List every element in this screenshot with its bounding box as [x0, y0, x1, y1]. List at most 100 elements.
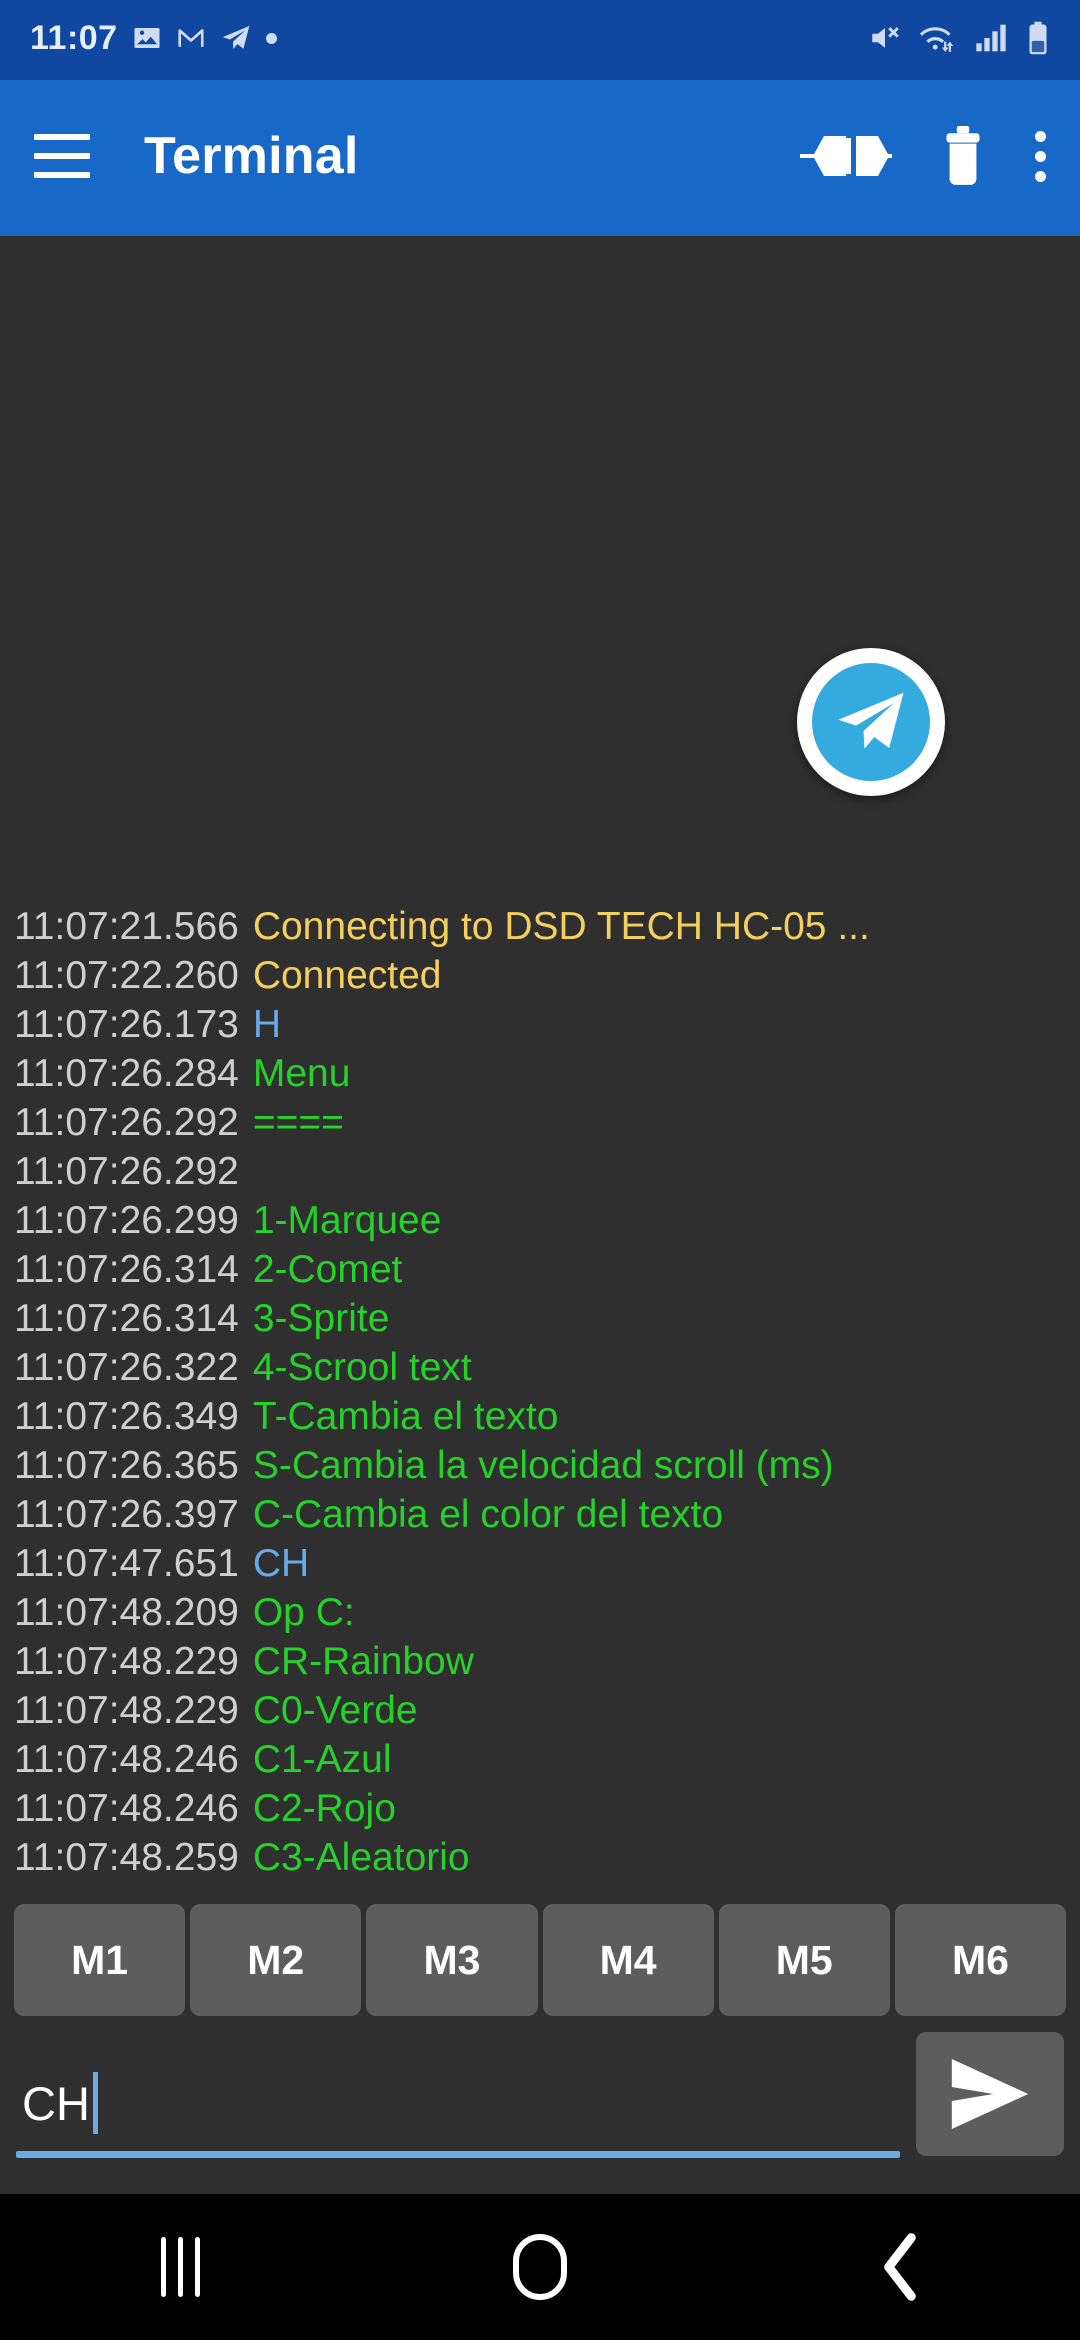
status-bar-left: 11:07 — [30, 19, 277, 58]
log-timestamp: 11:07:26.284 — [14, 1052, 239, 1095]
macro-button-m5[interactable]: M5 — [718, 1904, 890, 2016]
log-message: T-Cambia el texto — [252, 1395, 559, 1438]
recents-icon[interactable] — [90, 2217, 270, 2317]
log-timestamp: 11:07:47.651 — [14, 1542, 239, 1585]
log-timestamp: 11:07:26.314 — [14, 1297, 239, 1340]
text-caret — [92, 2072, 98, 2134]
home-icon[interactable] — [450, 2217, 630, 2317]
log-message: C-Cambia el color del texto — [252, 1493, 724, 1536]
mute-icon — [872, 27, 899, 48]
log-timestamp: 11:07:48.229 — [14, 1640, 239, 1683]
terminal-log-line: 11:07:48.259 C3-Aleatorio — [14, 1833, 1066, 1882]
terminal-log-line: 11:07:48.229 CR-Rainbow — [14, 1637, 1066, 1686]
macro-button-m2[interactable]: M2 — [190, 1904, 362, 2016]
log-timestamp: 11:07:26.322 — [14, 1346, 239, 1389]
image-icon — [134, 28, 160, 48]
page-title: Terminal — [144, 127, 359, 185]
terminal-log-line: 11:07:48.229 C0-Verde — [14, 1686, 1066, 1735]
signal-icon — [976, 24, 1006, 52]
terminal-log-line: 11:07:26.173 H — [14, 1000, 1066, 1049]
log-message: 4-Scrool text — [252, 1346, 472, 1389]
log-message: CH — [252, 1542, 310, 1585]
log-timestamp: 11:07:26.314 — [14, 1248, 239, 1291]
macro-button-m1[interactable]: M1 — [14, 1904, 186, 2016]
terminal-output[interactable]: 11:07:21.566 Connecting to DSD TECH HC-05… — [0, 236, 1080, 1888]
terminal-log-line: 11:07:48.246 C1-Azul — [14, 1735, 1066, 1784]
macro-button-m6[interactable]: M6 — [894, 1904, 1067, 2016]
log-message: Menu — [252, 1052, 351, 1095]
log-message: 2-Comet — [252, 1248, 403, 1291]
terminal-log: 11:07:21.566 Connecting to DSD TECH HC-05… — [0, 902, 1080, 1888]
macro-button-row: M1 M2 M3 M4 M5 M6 — [0, 1888, 1080, 2026]
command-input-wrapper[interactable]: CH — [16, 2055, 900, 2170]
back-icon[interactable] — [810, 2217, 990, 2317]
log-message: 3-Sprite — [252, 1297, 390, 1340]
terminal-log-line: 11:07:26.299 1-Marquee — [14, 1196, 1066, 1245]
log-timestamp: 11:07:26.299 — [14, 1199, 239, 1242]
battery-icon — [1029, 21, 1047, 55]
connect-icon[interactable] — [800, 126, 892, 186]
terminal-log-line: 11:07:26.292 ==== — [14, 1098, 1066, 1147]
log-timestamp: 11:07:48.246 — [14, 1738, 239, 1781]
dot-icon — [265, 32, 277, 44]
log-message: S-Cambia la velocidad scroll (ms) — [252, 1444, 834, 1487]
telegram-icon — [812, 663, 930, 781]
terminal-log-line: 11:07:26.314 3-Sprite — [14, 1294, 1066, 1343]
terminal-log-line: 11:07:48.246 C2-Rojo — [14, 1784, 1066, 1833]
input-underline — [16, 2151, 900, 2158]
terminal-log-line: 11:07:26.284 Menu — [14, 1049, 1066, 1098]
log-timestamp: 11:07:26.365 — [14, 1444, 239, 1487]
log-message: H — [252, 1003, 281, 1046]
status-bar: 11:07 — [0, 0, 1080, 76]
log-message: Op C: — [252, 1591, 355, 1634]
telegram-icon — [222, 26, 249, 49]
log-message: C0-Verde — [252, 1689, 418, 1732]
log-message: Connecting to DSD TECH HC-05 ... — [252, 905, 870, 948]
log-timestamp: 11:07:48.246 — [14, 1787, 239, 1830]
log-timestamp: 11:07:48.209 — [14, 1591, 239, 1634]
terminal-log-line: 11:07:26.349 T-Cambia el texto — [14, 1392, 1066, 1441]
macro-button-m3[interactable]: M3 — [366, 1904, 538, 2016]
hamburger-menu-icon[interactable] — [34, 134, 90, 178]
terminal-log-line: 11:07:47.651 CH — [14, 1539, 1066, 1588]
log-message: Connected — [252, 954, 442, 997]
log-timestamp: 11:07:26.349 — [14, 1395, 239, 1438]
app-bar: Terminal — [0, 76, 1080, 236]
log-message: CR-Rainbow — [252, 1640, 474, 1683]
log-message: ==== — [252, 1101, 344, 1144]
terminal-log-line: 11:07:26.365 S-Cambia la velocidad scroll… — [14, 1441, 1066, 1490]
telegram-notification-bubble[interactable] — [797, 648, 945, 796]
terminal-log-line: 11:07:26.322 4-Scrool text — [14, 1343, 1066, 1392]
log-timestamp: 11:07:26.173 — [14, 1003, 239, 1046]
command-input[interactable]: CH — [16, 2055, 900, 2151]
terminal-log-line: 11:07:26.397 C-Cambia el color del texto — [14, 1490, 1066, 1539]
delete-icon[interactable] — [938, 125, 988, 187]
command-input-value: CH — [22, 2076, 90, 2130]
status-bar-right — [868, 21, 1050, 55]
terminal-log-line: 11:07:22.260 Connected — [14, 951, 1066, 1000]
macro-button-m4[interactable]: M4 — [542, 1904, 714, 2016]
log-timestamp: 11:07:26.292 — [14, 1150, 239, 1193]
log-message: C2-Rojo — [252, 1787, 396, 1830]
phone-screen: 11:07 Terminal 11:07:21.566 Connecting t… — [0, 0, 1080, 2340]
log-timestamp: 11:07:48.229 — [14, 1689, 239, 1732]
log-message: C1-Azul — [252, 1738, 392, 1781]
terminal-log-line: 11:07:26.314 2-Comet — [14, 1245, 1066, 1294]
android-nav-bar — [0, 2192, 1080, 2340]
gmail-icon — [178, 29, 204, 47]
log-timestamp: 11:07:26.292 — [14, 1101, 239, 1144]
send-icon — [951, 2059, 1029, 2129]
wifi-icon — [920, 27, 954, 52]
log-timestamp: 11:07:21.566 — [14, 905, 239, 948]
log-message: 1-Marquee — [252, 1199, 442, 1242]
log-message: C3-Aleatorio — [252, 1836, 470, 1879]
log-timestamp: 11:07:26.397 — [14, 1493, 239, 1536]
overflow-menu-icon[interactable] — [1034, 130, 1046, 182]
app-bar-actions — [800, 125, 1046, 187]
log-timestamp: 11:07:22.260 — [14, 954, 239, 997]
input-row: CH — [0, 2026, 1080, 2192]
log-timestamp: 11:07:48.259 — [14, 1836, 239, 1879]
send-button[interactable] — [916, 2032, 1064, 2156]
status-bar-clock: 11:07 — [30, 18, 118, 57]
terminal-log-line: 11:07:48.209 Op C: — [14, 1588, 1066, 1637]
